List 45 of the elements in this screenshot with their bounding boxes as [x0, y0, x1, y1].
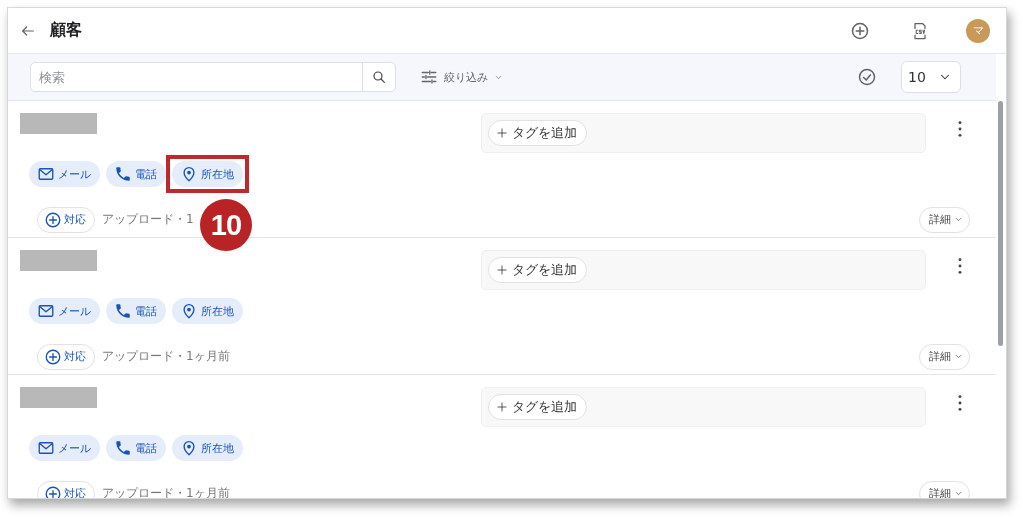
plus-icon	[495, 400, 509, 414]
map-pin-icon	[180, 302, 198, 321]
response-button[interactable]: 対応	[37, 480, 95, 498]
plus-icon	[495, 126, 509, 140]
location-chip[interactable]: 所在地	[172, 435, 243, 462]
plus-icon	[495, 263, 509, 277]
sliders-icon	[420, 68, 438, 86]
email-chip[interactable]: メール	[29, 435, 100, 462]
page-size-select[interactable]: 10	[901, 61, 961, 93]
filter-button[interactable]: 絞り込み	[420, 68, 503, 86]
phone-chip[interactable]: 電話	[106, 161, 166, 188]
plus-circle-icon	[44, 347, 62, 366]
phone-icon	[114, 165, 132, 184]
response-button[interactable]: 対応	[37, 343, 95, 370]
check-button[interactable]	[857, 67, 877, 87]
upload-info: アップロード・1ヶ月前	[102, 348, 230, 366]
details-button[interactable]: 詳細	[919, 480, 970, 498]
map-pin-icon	[180, 439, 198, 458]
details-button[interactable]: 詳細	[919, 343, 970, 370]
chevron-down-icon	[954, 489, 963, 498]
search-icon	[371, 69, 387, 85]
email-chip[interactable]: メール	[29, 161, 100, 188]
add-tag-button[interactable]: タグを追加	[488, 394, 587, 420]
location-chip[interactable]: 所在地	[172, 161, 243, 188]
upload-info: アップロード・1	[102, 211, 194, 229]
details-button[interactable]: 詳細	[919, 206, 970, 233]
phone-icon	[114, 302, 132, 321]
plus-circle-icon	[44, 210, 62, 229]
map-pin-icon	[180, 165, 198, 184]
plus-circle-icon	[850, 20, 870, 41]
phone-chip[interactable]: 電話	[106, 435, 166, 462]
check-circle-icon	[857, 67, 877, 87]
step-badge: 10	[200, 199, 252, 252]
location-chip[interactable]: 所在地	[172, 298, 243, 325]
page-title: 顧客	[50, 20, 83, 41]
phone-icon	[114, 439, 132, 458]
add-tag-button[interactable]: タグを追加	[488, 257, 587, 283]
phone-chip[interactable]: 電話	[106, 298, 166, 325]
email-chip[interactable]: メール	[29, 298, 100, 325]
upload-info: アップロード・1ヶ月前	[102, 485, 230, 498]
add-tag-button[interactable]: タグを追加	[488, 120, 587, 146]
search-field[interactable]: 検索	[30, 62, 396, 92]
scrollbar-thumb[interactable]	[998, 101, 1003, 346]
response-button[interactable]: 対応	[37, 206, 95, 233]
add-button[interactable]	[850, 20, 870, 41]
